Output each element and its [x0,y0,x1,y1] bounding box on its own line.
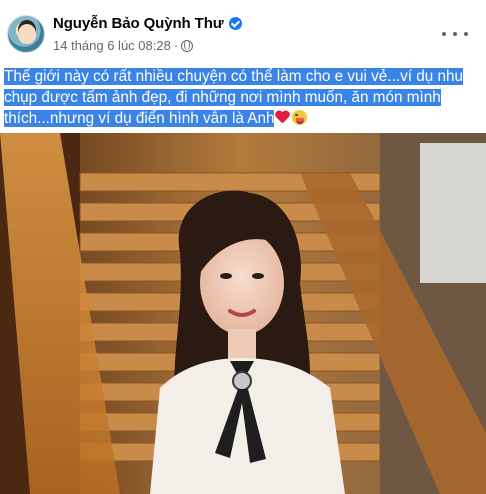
heart-icon [275,111,290,125]
message-line-text: thích...nhưng ví dụ điển hình vẫn là Anh [4,110,275,127]
meta-separator: · [173,38,179,53]
post-header: Nguyễn Bảo Quỳnh Thư 14 tháng 6 lúc 08:2… [0,0,486,58]
message-line: chụp được tấm ảnh đẹp, đi những nơi mình… [4,87,474,108]
author-row: Nguyễn Bảo Quỳnh Thư [53,14,242,32]
more-dot [464,32,468,36]
post-photo[interactable] [0,133,486,494]
globe-icon[interactable] [181,39,194,52]
message-line: thích...nhưng ví dụ điển hình vẫn là Anh [4,108,474,129]
more-dot [442,32,446,36]
author-avatar[interactable] [7,15,45,53]
post-card: Nguyễn Bảo Quỳnh Thư 14 tháng 6 lúc 08:2… [0,0,486,494]
post-message: Thế giới này có rất nhiều chuyện có thể … [4,66,474,129]
wink-icon [292,110,308,125]
message-line: Thế giới này có rất nhiều chuyện có thể … [4,66,474,87]
more-options-icon[interactable] [442,24,468,44]
more-dot [453,32,457,36]
post-timestamp[interactable]: 14 tháng 6 lúc 08:28 [53,38,171,53]
post-meta: 14 tháng 6 lúc 08:28 · [53,38,194,53]
verified-badge-icon [228,16,242,30]
avatar-face [18,24,36,44]
message-line-text: chụp được tấm ảnh đẹp, đi những nơi mình… [4,89,441,106]
message-line-text: Thế giới này có rất nhiều chuyện có thể … [4,68,464,85]
author-name[interactable]: Nguyễn Bảo Quỳnh Thư [53,15,224,32]
post-photo-image [0,133,486,494]
